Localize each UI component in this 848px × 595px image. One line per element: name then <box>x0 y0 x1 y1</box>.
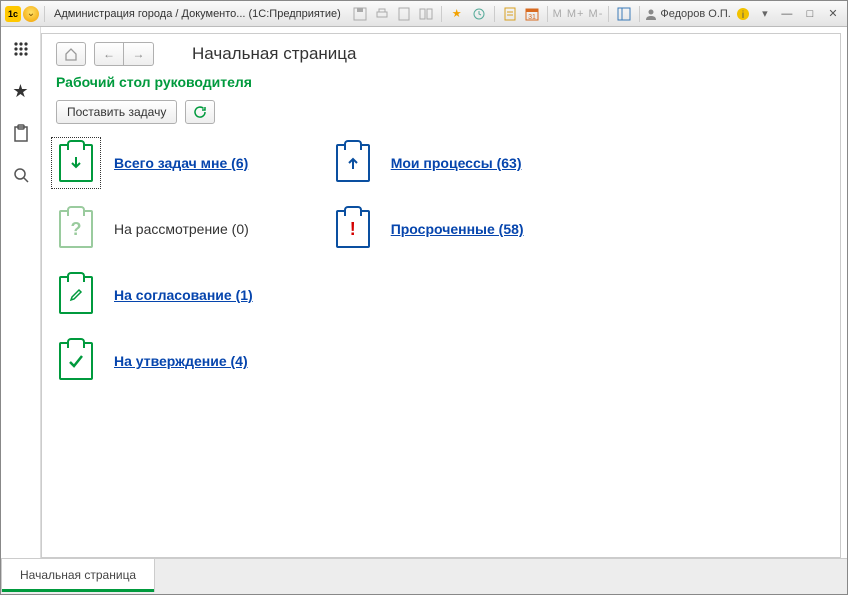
print-icon[interactable] <box>372 4 392 24</box>
history-icon[interactable] <box>469 4 489 24</box>
task-grid: Всего задач мне (6)? На рассмотрение (0) Н… <box>56 142 826 382</box>
task-link[interactable]: Мои процессы (63) <box>391 155 522 171</box>
task-icon-pencil[interactable] <box>56 274 96 316</box>
task-item: Всего задач мне (6) <box>56 142 253 184</box>
back-button[interactable]: ← <box>94 42 124 66</box>
favorites-star-icon[interactable]: ★ <box>9 79 33 103</box>
separator <box>441 6 442 22</box>
sidebar: ★ <box>1 27 41 558</box>
app-icon: 1c <box>5 6 21 22</box>
window-title: Администрация города / Документо... (1С:… <box>54 8 341 20</box>
document-icon[interactable] <box>394 4 414 24</box>
separator <box>639 6 640 22</box>
user-label[interactable]: Федоров О.П. <box>645 8 731 20</box>
save-disk-icon[interactable] <box>350 4 370 24</box>
content-area: ← → Начальная страница Рабочий стол руко… <box>41 33 841 558</box>
forward-button[interactable]: → <box>124 42 154 66</box>
task-item: Мои процессы (63) <box>333 142 524 184</box>
star-favorite-icon[interactable]: ★ <box>447 4 467 24</box>
task-icon-up[interactable] <box>333 142 373 184</box>
task-link[interactable]: Просроченные (58) <box>391 221 524 237</box>
task-icon-down[interactable] <box>56 142 96 184</box>
close-button[interactable]: ✕ <box>823 5 843 21</box>
calculator-icon[interactable] <box>500 4 520 24</box>
user-icon <box>645 8 657 20</box>
info-icon[interactable]: i <box>733 4 753 24</box>
task-label: На рассмотрение (0) <box>114 221 249 237</box>
page-title: Начальная страница <box>192 44 357 64</box>
task-item: На утверждение (4) <box>56 340 253 382</box>
task-icon-check[interactable] <box>56 340 96 382</box>
panel-icon[interactable] <box>614 4 634 24</box>
task-link[interactable]: На утверждение (4) <box>114 353 248 369</box>
tabbar: Начальная страница <box>1 558 847 594</box>
task-column-left: Всего задач мне (6)? На рассмотрение (0) Н… <box>56 142 253 382</box>
memory-indicator[interactable]: M M+ M- <box>553 8 604 20</box>
titlebar: 1c ⌄ Администрация города / Документо...… <box>1 1 847 27</box>
search-icon[interactable] <box>9 163 33 187</box>
task-item: На согласование (1) <box>56 274 253 316</box>
tab-start-page[interactable]: Начальная страница <box>1 559 155 592</box>
svg-text:i: i <box>742 10 744 21</box>
separator <box>44 6 45 22</box>
task-icon-alert[interactable]: ! <box>333 208 373 250</box>
compare-icon[interactable] <box>416 4 436 24</box>
refresh-button[interactable] <box>185 100 215 124</box>
task-column-right: Мои процессы (63)! Просроченные (58) <box>333 142 524 382</box>
apps-menu-icon[interactable] <box>9 37 33 61</box>
task-item: ? На рассмотрение (0) <box>56 208 253 250</box>
section-title: Рабочий стол руководителя <box>56 74 826 90</box>
svg-text:31: 31 <box>528 14 536 21</box>
dropdown-icon[interactable]: ▾ <box>755 4 775 24</box>
separator <box>494 6 495 22</box>
minimize-button[interactable]: — <box>777 6 797 22</box>
task-item: ! Просроченные (58) <box>333 208 524 250</box>
smile-icon: ⌄ <box>23 6 39 22</box>
task-link[interactable]: На согласование (1) <box>114 287 253 303</box>
maximize-button[interactable]: □ <box>800 6 820 22</box>
clipboard-icon[interactable] <box>9 121 33 145</box>
task-link[interactable]: Всего задач мне (6) <box>114 155 248 171</box>
set-task-button[interactable]: Поставить задачу <box>56 100 177 124</box>
calendar-icon[interactable]: 31 <box>522 4 542 24</box>
task-icon-question[interactable]: ? <box>56 208 96 250</box>
separator <box>547 6 548 22</box>
home-button[interactable] <box>56 42 86 66</box>
window-controls: — □ ✕ <box>777 5 843 22</box>
user-name: Федоров О.П. <box>660 8 731 20</box>
separator <box>608 6 609 22</box>
